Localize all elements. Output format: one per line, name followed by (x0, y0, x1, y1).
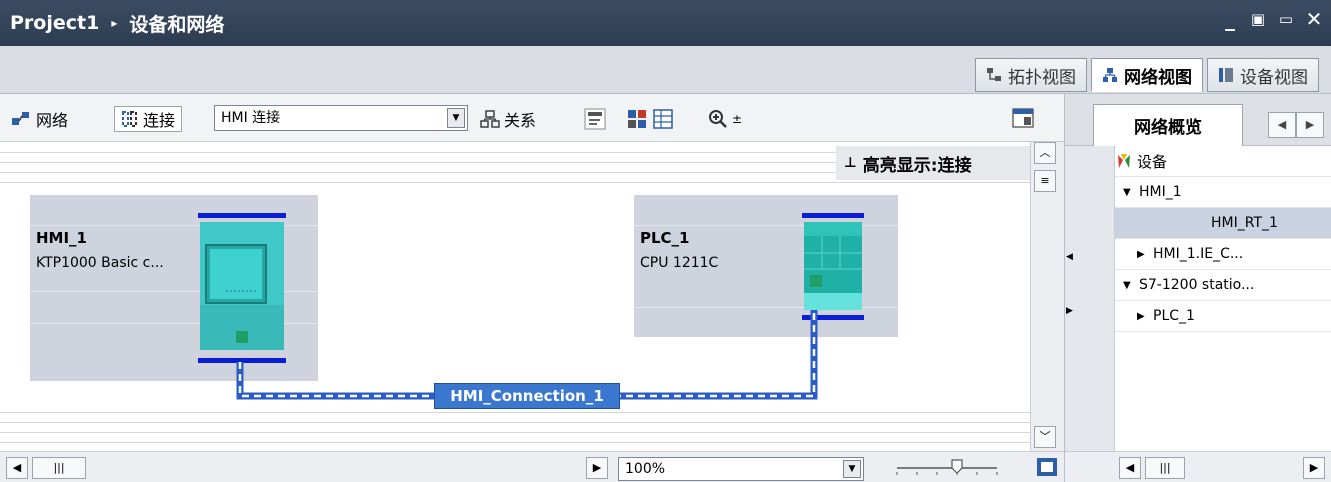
panel-toggle-icon[interactable] (1012, 108, 1034, 128)
name-edit-icon[interactable] (584, 108, 606, 130)
relation-label: 关系 (504, 111, 537, 130)
tree-item-hmi-ie[interactable]: ▶ HMI_1.IE_C... (1115, 239, 1331, 270)
connect-mode-button[interactable]: 连接 (114, 106, 183, 132)
tab-network-label: 网络视图 (1124, 67, 1192, 88)
relation-icon (480, 110, 500, 128)
column-header-label: 设备 (1137, 152, 1168, 171)
float-icon[interactable]: ▣ (1249, 8, 1267, 30)
network-view-icon[interactable] (626, 108, 648, 130)
network-mode-button[interactable]: 网络 (10, 106, 68, 132)
tree-item-s7-station[interactable]: ▼ S7-1200 statio... (1115, 270, 1331, 301)
canvas-vertical-scrollbar[interactable]: ︿ ≡ ﹀ (1030, 142, 1064, 451)
tree-item-label: S7-1200 statio... (1139, 277, 1255, 293)
chevron-down-icon[interactable]: ▼ (843, 460, 861, 478)
table-view-icon[interactable] (652, 108, 674, 130)
zoom-slider[interactable] (892, 458, 1002, 478)
tree-item-label: PLC_1 (1153, 308, 1195, 324)
panel-collapse-left-icon[interactable]: ◀ (1066, 252, 1073, 262)
breadcrumb-arrow-icon: ▸ (111, 16, 118, 30)
highlight-text: 高亮显示:连接 (862, 155, 972, 176)
scroll-thumb[interactable]: ≡ (1034, 170, 1056, 192)
network-icon (1103, 68, 1117, 82)
tree-item-label: HMI_RT_1 (1211, 215, 1278, 231)
scroll-left-icon[interactable]: ◀ (6, 457, 28, 479)
expand-down-icon[interactable]: ▼ (1123, 187, 1139, 198)
overview-navigation-icon[interactable] (1036, 457, 1058, 477)
tab-device-label: 设备视图 (1240, 67, 1308, 88)
tab-network-overview[interactable]: 网络概览 (1093, 104, 1243, 146)
minimize-icon[interactable]: _ (1221, 8, 1239, 30)
scroll-up-icon[interactable]: ︿ (1034, 142, 1056, 164)
network-mode-icon (12, 112, 29, 125)
horizontal-scroll-thumb[interactable]: ||| (32, 457, 86, 479)
device-column-icon (1118, 154, 1130, 168)
connect-mode-icon (122, 111, 137, 127)
tree-item-hmi-rt[interactable]: HMI_RT_1 (1115, 208, 1331, 239)
tab-topology-label: 拓扑视图 (1008, 67, 1076, 88)
tab-device-view[interactable]: 设备视图 (1207, 58, 1319, 92)
section-name: 设备和网络 (129, 13, 225, 36)
tab-network-view[interactable]: 网络视图 (1091, 58, 1203, 92)
breadcrumb: Project1 ▸ 设备和网络 (10, 10, 224, 37)
tree-item-label: HMI_1 (1139, 184, 1182, 200)
pin-icon[interactable]: ⊥ (844, 155, 857, 171)
expand-right-icon[interactable]: ▶ (1137, 249, 1153, 260)
zoom-button[interactable]: ± (708, 106, 742, 132)
tab-scroll-left-icon[interactable]: ◀ (1268, 112, 1296, 138)
scroll-right-icon[interactable]: ▶ (1303, 457, 1325, 479)
project-name[interactable]: Project1 (10, 12, 99, 34)
close-icon[interactable]: ✕ (1305, 8, 1323, 30)
connect-mode-label: 连接 (143, 111, 176, 130)
scroll-left-icon[interactable]: ◀ (1119, 457, 1141, 479)
connection-type-value: HMI 连接 (221, 110, 281, 126)
tree-item-hmi[interactable]: ▼ HMI_1 (1115, 177, 1331, 208)
chevron-down-icon[interactable]: ▼ (447, 108, 465, 128)
scroll-down-icon[interactable]: ﹀ (1034, 426, 1056, 448)
view-tab-bar: 拓扑视图 网络视图 设备视图 (0, 46, 1331, 94)
tab-topology-view[interactable]: 拓扑视图 (975, 58, 1087, 92)
network-toolbar: 网络 连接 HMI 连接 ▼ 关系 ± (0, 94, 1064, 142)
expand-down-icon[interactable]: ▼ (1123, 280, 1139, 291)
canvas-bottom-bar: ◀ ||| ▶ 100% ▼ (0, 451, 1064, 482)
tree-item-plc[interactable]: ▶ PLC_1 (1115, 301, 1331, 332)
network-mode-label: 网络 (36, 111, 69, 130)
overview-tree: 设备 ▼ HMI_1 HMI_RT_1 ▶ HMI_1.IE_C... ▼ S7… (1065, 146, 1331, 451)
topology-icon (987, 68, 1001, 81)
network-overview-panel: 网络概览 ◀ ▶ 设备 ▼ HMI_1 HMI_RT_1 ▶ HMI_1.IE_… (1064, 94, 1331, 482)
column-header-device[interactable]: 设备 (1115, 146, 1331, 177)
tab-scroll-right-icon[interactable]: ▶ (1296, 112, 1324, 138)
window-controls: _ ▣ ▭ ✕ (1221, 8, 1323, 30)
device-icon (1219, 68, 1233, 82)
zoom-select[interactable]: 100% ▼ (618, 457, 864, 481)
connection-label[interactable]: HMI_Connection_1 (434, 383, 620, 409)
zoom-dropdown-icon[interactable]: ± (732, 112, 742, 126)
highlight-label: ⊥ 高亮显示:连接 (836, 146, 1030, 180)
tree-item-label: HMI_1.IE_C... (1153, 246, 1244, 262)
connection-type-select[interactable]: HMI 连接 ▼ (214, 105, 468, 131)
zoom-in-icon (709, 110, 727, 128)
panel-bottom-scrollbar[interactable]: ◀ ||| ▶ (1065, 451, 1331, 482)
scroll-right-icon[interactable]: ▶ (586, 457, 608, 479)
title-bar: Project1 ▸ 设备和网络 _ ▣ ▭ ✕ (0, 0, 1331, 46)
maximize-icon[interactable]: ▭ (1277, 8, 1295, 30)
zoom-value: 100% (625, 461, 666, 477)
expand-right-icon[interactable]: ▶ (1137, 311, 1153, 322)
relation-button[interactable]: 关系 (480, 106, 536, 132)
panel-collapse-right-icon[interactable]: ▶ (1066, 306, 1073, 316)
horizontal-scroll-thumb[interactable]: ||| (1145, 457, 1185, 479)
